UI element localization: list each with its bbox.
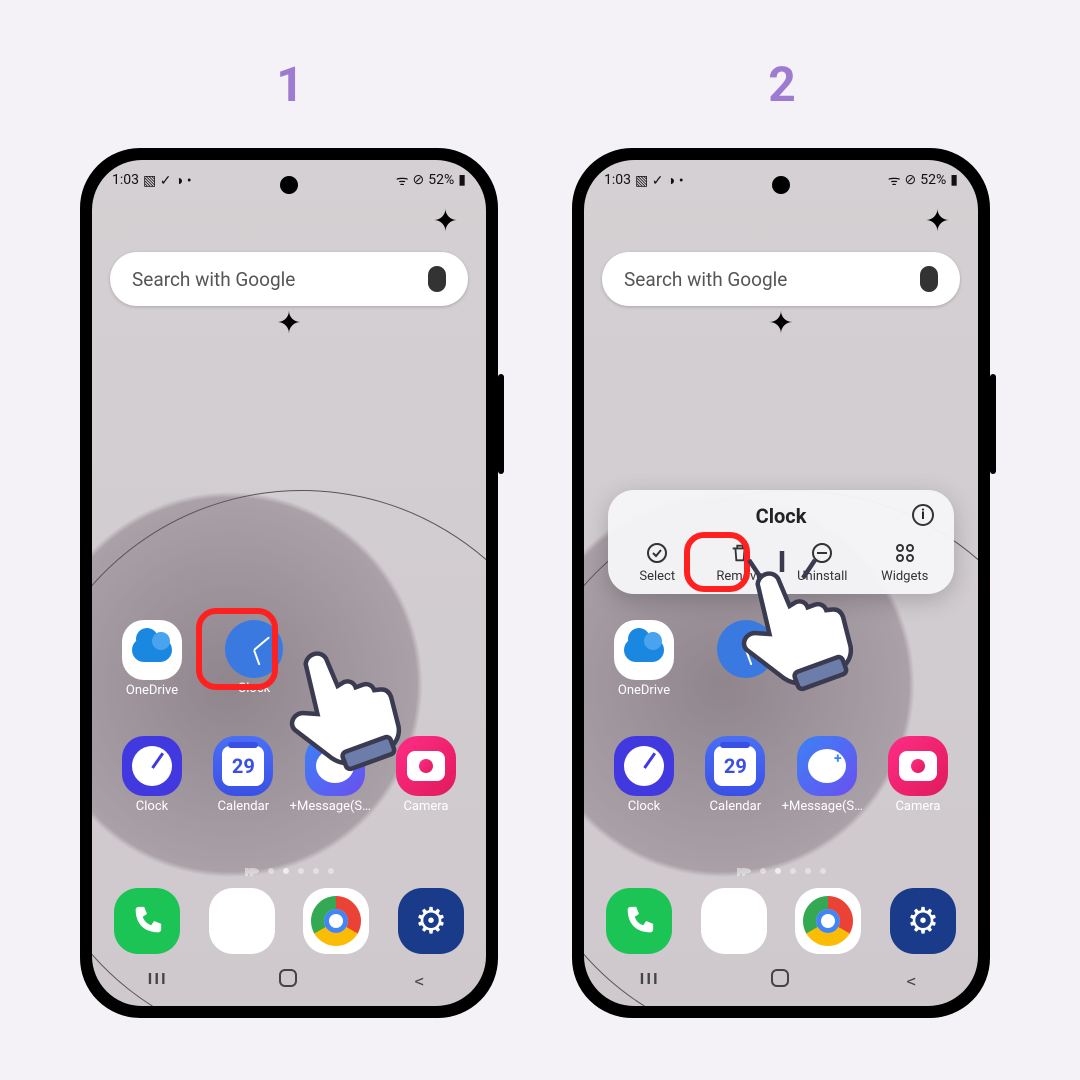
popup-label: Widgets: [881, 569, 928, 584]
app-onedrive[interactable]: OneDrive: [110, 620, 194, 698]
dock-chrome[interactable]: [795, 888, 861, 954]
status-icons-left: ▧ ✓ ◑ •: [143, 172, 192, 189]
widgets-icon: [892, 540, 918, 566]
app-label: Camera: [403, 799, 448, 814]
app-samsung-clock[interactable]: Clock: [110, 736, 194, 814]
sparkle-icon: ✦: [433, 204, 458, 239]
sparkle-icon: ✦: [925, 204, 950, 239]
no-sim-icon: ⊘: [905, 172, 917, 188]
popup-select[interactable]: Select: [622, 540, 692, 584]
samsung-clock-icon: [122, 736, 182, 796]
app-camera[interactable]: Camera: [876, 736, 960, 814]
nav-back[interactable]: ﹤: [408, 962, 430, 994]
sparkle-icon: ✦: [276, 306, 301, 341]
power-button[interactable]: [990, 374, 996, 474]
dock-phone[interactable]: [114, 888, 180, 954]
app-label: Calendar: [218, 799, 270, 814]
nav-recents[interactable]: III: [640, 969, 660, 988]
dock-settings[interactable]: ⚙: [890, 888, 956, 954]
samsung-clock-icon: [614, 736, 674, 796]
no-sim-icon: ⊘: [413, 172, 425, 188]
onedrive-icon: [614, 620, 674, 680]
search-placeholder: Search with Google: [132, 268, 295, 291]
search-placeholder: Search with Google: [624, 268, 787, 291]
sparkle-icon: ✦: [768, 306, 793, 341]
app-label: Camera: [895, 799, 940, 814]
battery-icon: ▮: [458, 172, 466, 188]
step-label-2: 2: [572, 56, 992, 113]
nav-back[interactable]: ﹤: [900, 962, 922, 994]
battery-text: 52%: [428, 172, 454, 188]
app-samsung-clock[interactable]: Clock: [602, 736, 686, 814]
nav-bar: III ﹤: [92, 960, 486, 996]
select-icon: [644, 540, 670, 566]
app-message[interactable]: +Message(SM...: [785, 736, 869, 814]
app-label: +Message(SM...: [290, 799, 380, 814]
calendar-icon: 29: [705, 736, 765, 796]
status-time: 1:03: [112, 172, 139, 188]
dock-apps[interactable]: [209, 888, 275, 954]
tap-hand-icon: [264, 628, 414, 778]
app-label: Calendar: [710, 799, 762, 814]
dock: ⚙: [606, 888, 956, 954]
info-icon[interactable]: i: [912, 504, 934, 526]
status-time: 1:03: [604, 172, 631, 188]
google-search-bar[interactable]: Search with Google: [110, 252, 468, 306]
nav-home[interactable]: [279, 969, 297, 987]
page-indicator[interactable]: [92, 868, 486, 874]
google-search-bar[interactable]: Search with Google: [602, 252, 960, 306]
app-calendar[interactable]: 29 Calendar: [693, 736, 777, 814]
app-label: Clock: [628, 799, 660, 814]
status-icons-left: ▧ ✓ ◑ •: [635, 172, 684, 189]
popup-widgets[interactable]: Widgets: [870, 540, 940, 584]
app-label: OneDrive: [618, 683, 670, 698]
home-screen[interactable]: 1:03 ▧ ✓ ◑ • ᯤ ⊘ 52% ▮ ✦ ✦ Search with G…: [92, 160, 486, 1006]
battery-text: 52%: [920, 172, 946, 188]
app-label: OneDrive: [126, 683, 178, 698]
app-onedrive[interactable]: OneDrive: [602, 620, 686, 698]
status-bar: 1:03 ▧ ✓ ◑ • ᯤ ⊘ 52% ▮: [584, 160, 978, 200]
step-label-1: 1: [80, 56, 500, 113]
battery-icon: ▮: [950, 172, 958, 188]
tap-hand-icon: [716, 548, 866, 698]
dock-phone[interactable]: [606, 888, 672, 954]
onedrive-icon: [122, 620, 182, 680]
dock: ⚙: [114, 888, 464, 954]
nav-recents[interactable]: III: [148, 969, 168, 988]
power-button[interactable]: [498, 374, 504, 474]
nav-bar: III ﹤: [584, 960, 978, 996]
dock-apps[interactable]: [701, 888, 767, 954]
dock-settings[interactable]: ⚙: [398, 888, 464, 954]
mic-icon[interactable]: [428, 266, 446, 292]
status-bar: 1:03 ▧ ✓ ◑ • ᯤ ⊘ 52% ▮: [92, 160, 486, 200]
message-icon: [797, 736, 857, 796]
app-label: Clock: [136, 799, 168, 814]
popup-label: Select: [639, 569, 675, 584]
wifi-icon: ᯤ: [396, 171, 409, 190]
camera-icon: [888, 736, 948, 796]
app-label: +Message(SM...: [782, 799, 872, 814]
dock-chrome[interactable]: [303, 888, 369, 954]
popup-title: Clock: [756, 504, 807, 528]
wifi-icon: ᯤ: [888, 171, 901, 190]
phone-step-1: 1:03 ▧ ✓ ◑ • ᯤ ⊘ 52% ▮ ✦ ✦ Search with G…: [80, 148, 498, 1018]
nav-home[interactable]: [771, 969, 789, 987]
page-indicator[interactable]: [584, 868, 978, 874]
mic-icon[interactable]: [920, 266, 938, 292]
